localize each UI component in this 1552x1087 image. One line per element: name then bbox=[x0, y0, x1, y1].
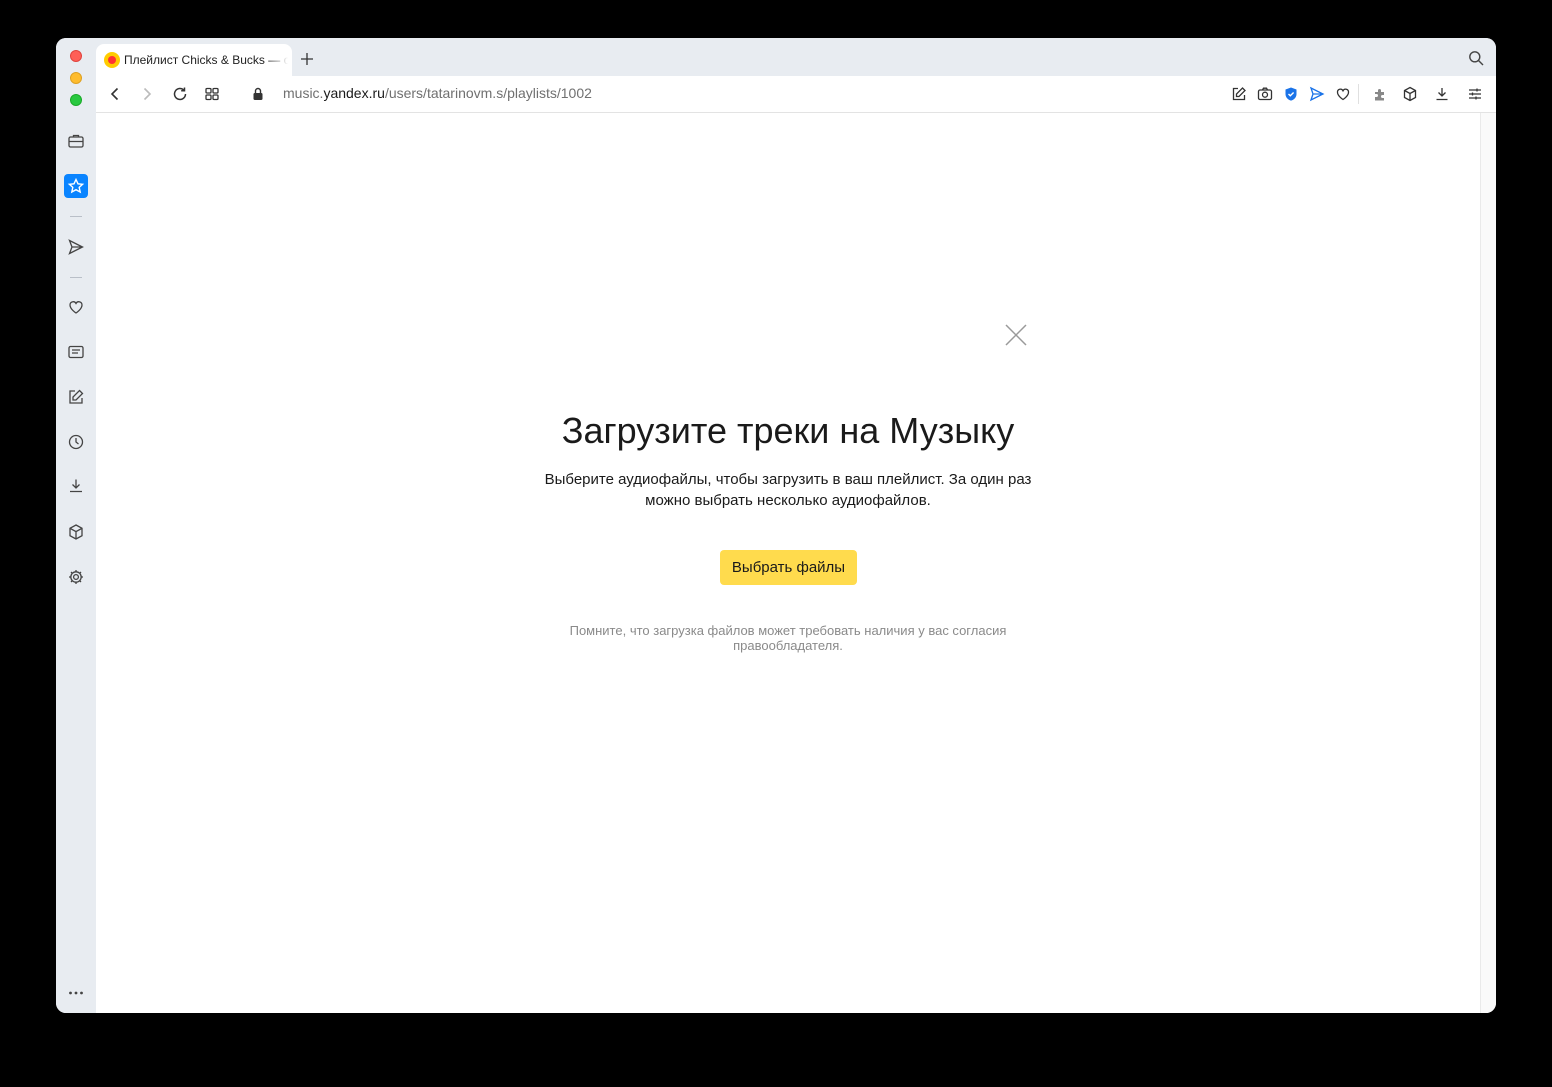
new-tab-button[interactable] bbox=[298, 50, 316, 68]
upload-title: Загрузите треки на Музыку bbox=[561, 410, 1015, 451]
upload-description: Выберите аудиофайлы, чтобы загрузить в в… bbox=[544, 471, 1032, 509]
download-icon[interactable] bbox=[64, 474, 88, 498]
gear-icon[interactable] bbox=[64, 565, 88, 589]
tab-playlist[interactable]: Плейлист Chicks & Bucks — слушать онлайн… bbox=[96, 44, 292, 76]
settings-icon[interactable] bbox=[1466, 85, 1484, 103]
send-icon[interactable] bbox=[1308, 85, 1326, 103]
back-icon[interactable] bbox=[106, 85, 124, 103]
page-content: Загрузите треки на Музыку Выберите аудио… bbox=[96, 113, 1480, 1013]
more-icon[interactable] bbox=[64, 981, 88, 1005]
shield-icon[interactable] bbox=[1282, 85, 1300, 103]
camera-icon[interactable] bbox=[1256, 85, 1274, 103]
extension-icon[interactable] bbox=[1371, 85, 1389, 103]
yandex-music-favicon-icon bbox=[104, 52, 120, 68]
clock-icon[interactable] bbox=[64, 430, 88, 454]
toolbar-divider bbox=[1358, 84, 1359, 104]
download-icon[interactable] bbox=[1433, 85, 1451, 103]
cube-icon[interactable] bbox=[64, 520, 88, 544]
sidebar-divider bbox=[70, 277, 82, 278]
briefcase-icon[interactable] bbox=[64, 129, 88, 153]
tab-title: Плейлист Chicks & Bucks — слушать онлайн… bbox=[124, 53, 288, 67]
tab-search-icon[interactable] bbox=[1468, 50, 1484, 66]
page-scrollbar[interactable] bbox=[1480, 113, 1496, 1013]
minimize-window-button[interactable] bbox=[70, 72, 82, 84]
news-icon[interactable] bbox=[64, 340, 88, 364]
forward-icon[interactable] bbox=[138, 85, 156, 103]
edit-icon[interactable] bbox=[1230, 85, 1248, 103]
url-field[interactable]: music.yandex.ru/users/tatarinovm.s/playl… bbox=[283, 85, 592, 101]
send-icon[interactable] bbox=[64, 235, 88, 259]
reload-icon[interactable] bbox=[171, 85, 189, 103]
tab-bar: Плейлист Chicks & Bucks — слушать онлайн… bbox=[96, 38, 1496, 76]
lock-icon[interactable] bbox=[249, 85, 267, 103]
edit-icon[interactable] bbox=[64, 385, 88, 409]
heart-icon[interactable] bbox=[1334, 85, 1352, 103]
url-path: /users/tatarinovm.s/playlists/1002 bbox=[384, 85, 592, 101]
star-icon[interactable] bbox=[64, 174, 88, 198]
url-host: yandex.ru bbox=[323, 85, 385, 101]
copyright-note: Помните, что загрузка файлов может требо… bbox=[569, 623, 1007, 653]
choose-files-button[interactable]: Выбрать файлы bbox=[720, 550, 857, 585]
address-toolbar: music.yandex.ru/users/tatarinovm.s/playl… bbox=[96, 76, 1496, 113]
url-prefix: music. bbox=[283, 85, 324, 101]
close-window-button[interactable] bbox=[70, 50, 82, 62]
sidebar-divider bbox=[70, 216, 82, 217]
cube-icon[interactable] bbox=[1401, 85, 1419, 103]
maximize-window-button[interactable] bbox=[70, 94, 82, 106]
heart-icon[interactable] bbox=[64, 295, 88, 319]
browser-sidebar bbox=[56, 38, 96, 1013]
tabs-grid-icon[interactable] bbox=[203, 85, 221, 103]
close-dialog-icon[interactable] bbox=[1004, 323, 1028, 347]
browser-window: Плейлист Chicks & Bucks — слушать онлайн… bbox=[56, 38, 1496, 1013]
